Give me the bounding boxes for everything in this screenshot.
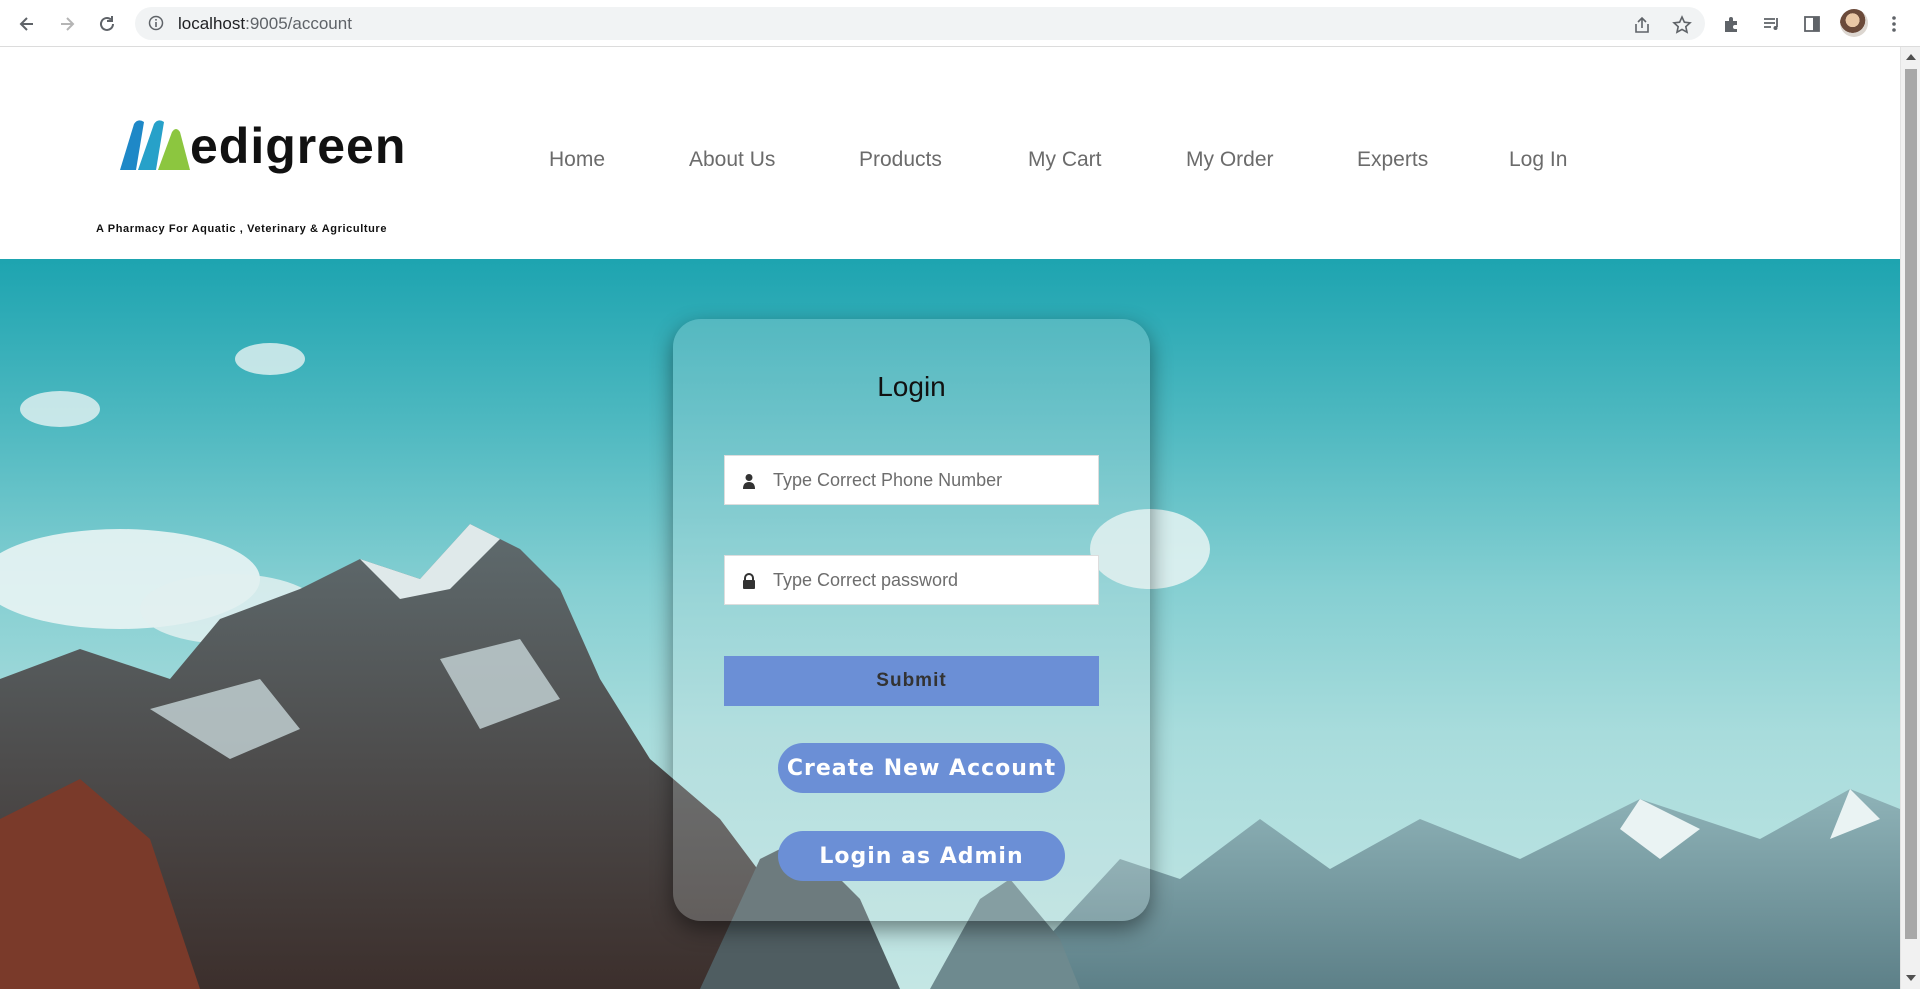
login-title: Login <box>877 371 946 402</box>
logo-tagline: A Pharmacy For Aquatic , Veterinary & Ag… <box>96 223 388 235</box>
media-icon[interactable] <box>1760 12 1784 36</box>
menu-products[interactable]: Products <box>859 148 942 172</box>
admin-login-button[interactable]: Login as Admin <box>778 831 1065 881</box>
url-host: localhost <box>178 14 246 33</box>
login-card: Login Submit Create New Account Login as… <box>673 319 1150 921</box>
profile-avatar[interactable] <box>1840 9 1868 37</box>
puzzle-icon[interactable] <box>1720 12 1744 36</box>
back-arrow-icon[interactable] <box>13 10 41 38</box>
more-vert-icon[interactable] <box>1882 12 1906 36</box>
url-text[interactable]: localhost:9005/account <box>178 14 352 34</box>
info-icon[interactable] <box>148 15 164 36</box>
forward-arrow-icon[interactable] <box>53 10 81 38</box>
create-account-button[interactable]: Create New Account <box>778 743 1065 793</box>
user-icon <box>741 473 757 489</box>
menu-experts[interactable]: Experts <box>1357 148 1428 172</box>
menu-my-cart[interactable]: My Cart <box>1028 148 1102 172</box>
submit-button[interactable]: Submit <box>724 656 1099 706</box>
menu-about-us[interactable]: About Us <box>689 148 775 172</box>
password-field[interactable] <box>724 555 1099 605</box>
menu-my-order[interactable]: My Order <box>1186 148 1274 172</box>
side-panel-icon[interactable] <box>1800 12 1824 36</box>
reload-icon[interactable] <box>93 10 121 38</box>
logo-word: edigreen <box>190 118 407 174</box>
scroll-thumb[interactable] <box>1905 69 1917 939</box>
phone-input[interactable] <box>773 456 1093 504</box>
browser-toolbar: localhost:9005/account <box>0 0 1920 47</box>
url-path: :9005/account <box>245 14 352 33</box>
menu-home[interactable]: Home <box>549 148 605 172</box>
address-bar[interactable]: localhost:9005/account <box>135 7 1705 40</box>
phone-field[interactable] <box>724 455 1099 505</box>
site-header: edigreen A Pharmacy For Aquatic , Veteri… <box>0 48 1900 259</box>
star-icon[interactable] <box>1672 15 1692 35</box>
scroll-up-arrow-icon[interactable] <box>1906 54 1916 60</box>
lock-icon <box>741 573 757 589</box>
menu-log-in[interactable]: Log In <box>1509 148 1567 172</box>
logo-m-icon <box>120 120 190 170</box>
logo[interactable]: edigreen A Pharmacy For Aquatic , Veteri… <box>96 116 416 235</box>
page-scrollbar[interactable] <box>1900 47 1920 989</box>
password-input[interactable] <box>773 556 1093 604</box>
share-icon[interactable] <box>1632 15 1652 35</box>
scroll-down-arrow-icon[interactable] <box>1906 975 1916 981</box>
